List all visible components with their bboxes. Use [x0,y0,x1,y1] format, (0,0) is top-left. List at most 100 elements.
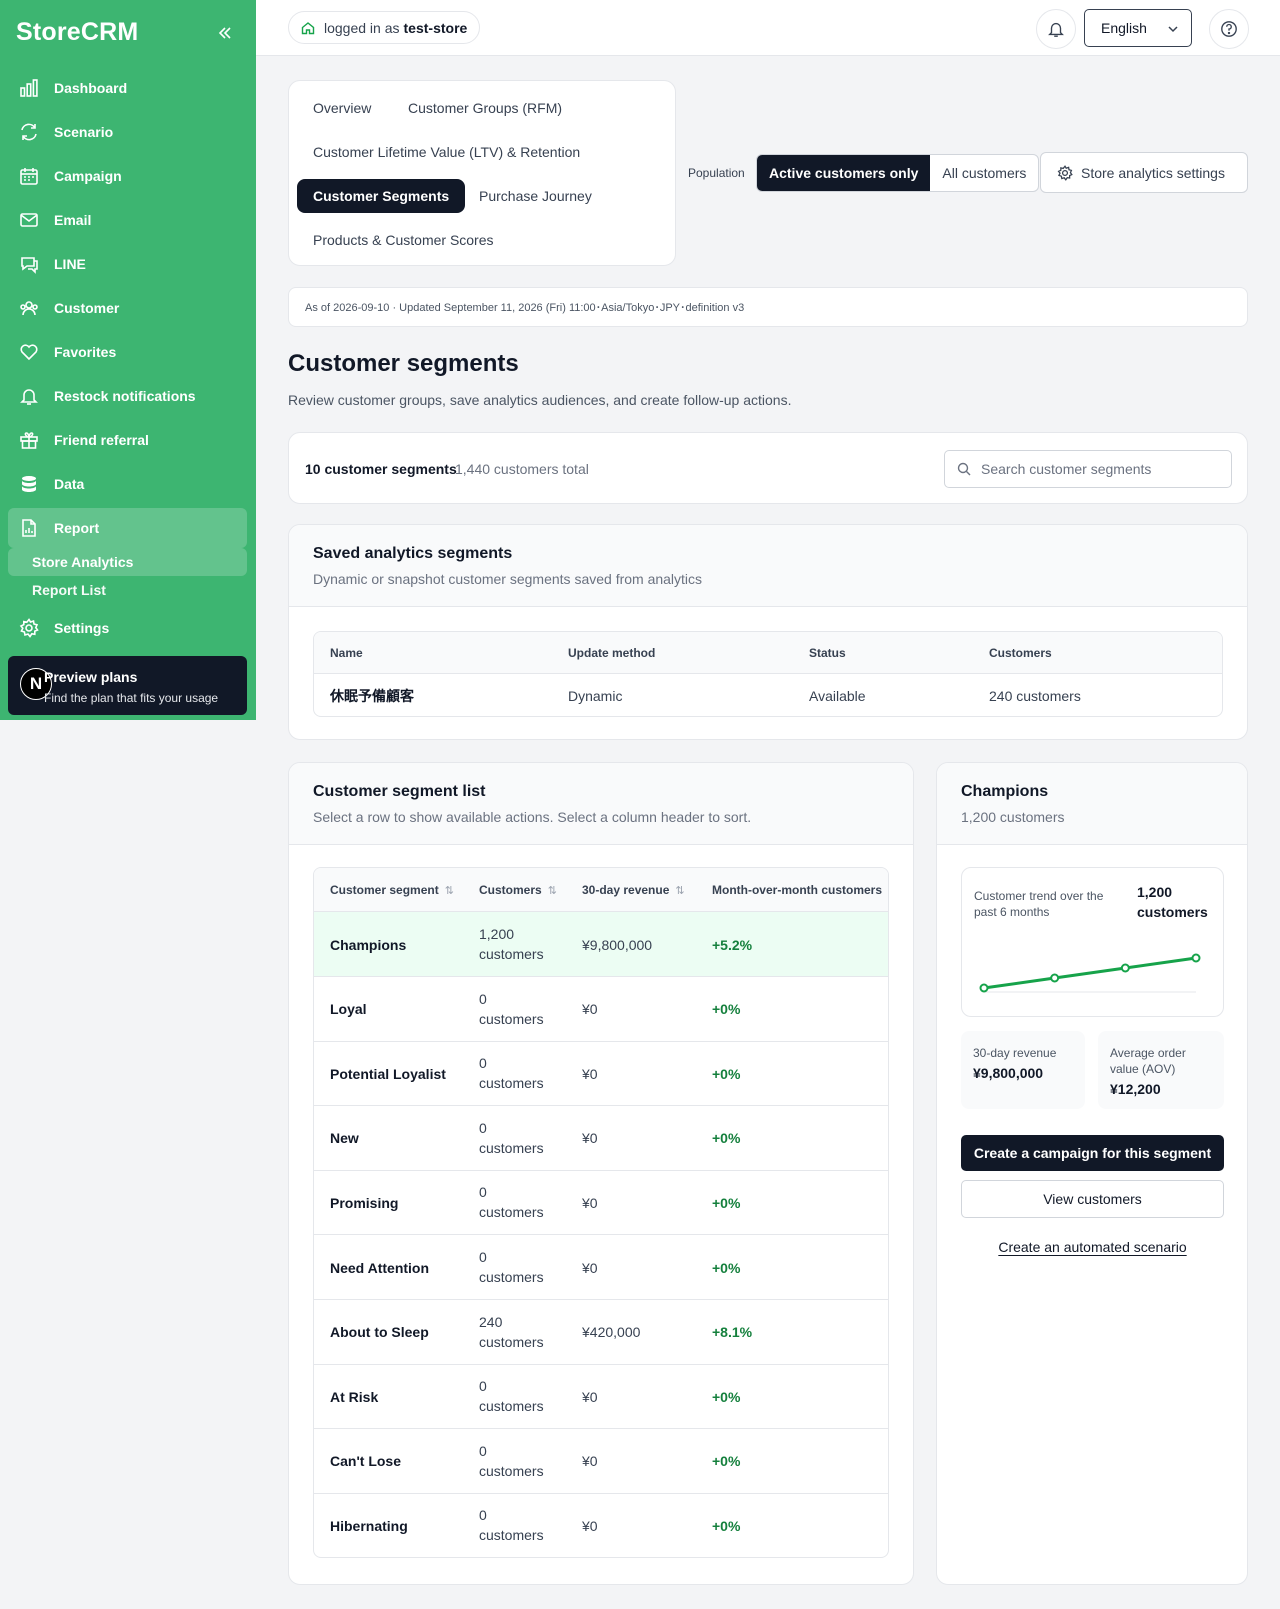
saved-segment-customers: 240 customers [989,688,1081,704]
segment-customers: 0 customers [479,990,544,1027]
saved-segments-header: Saved analytics segments Dynamic or snap… [289,525,1247,607]
table-row[interactable]: Champions 1,200 customers ¥9,800,000 +5.2% [314,912,888,977]
segment-name: Loyal [330,1001,367,1018]
revenue-stat-label: 30-day revenue [973,1046,1057,1060]
column-header-name: Name [330,646,363,660]
sidebar-item-label: Customer [54,300,120,316]
collapse-sidebar-icon[interactable] [216,24,234,42]
aov-stat-label: Average order value (AOV) [1110,1046,1186,1076]
page-subtitle: Review customer groups, save analytics a… [288,392,792,408]
sidebar-item-email[interactable]: Email [8,200,247,240]
column-header-mom-customers[interactable]: Month-over-month customers⇅ [712,868,888,912]
database-icon [18,473,40,495]
segment-revenue: ¥420,000 [582,1324,641,1341]
home-icon [301,21,315,35]
segment-customers: 0 customers [479,1184,544,1221]
sidebar-item-restock-notifications[interactable]: Restock notifications [8,376,247,416]
revenue-stat-value: ¥9,800,000 [973,1065,1044,1081]
tab-products-customer-scores[interactable]: Products & Customer Scores [297,223,510,257]
table-row[interactable]: New 0 customers ¥0 +0% [314,1106,888,1171]
table-row[interactable]: Can't Lose 0 customers ¥0 +0% [314,1429,888,1494]
population-toggle: Active customers only All customers [756,154,1040,192]
aov-stat-value: ¥12,200 [1110,1081,1161,1097]
gift-icon [18,429,40,451]
sidebar-subitem-store-analytics[interactable]: Store Analytics [8,548,247,576]
help-button[interactable] [1209,9,1249,49]
segment-customers: 0 customers [479,1249,544,1285]
segment-detail-card: Champions 1,200 customers Customer trend… [936,762,1248,1585]
tab-customer-segments[interactable]: Customer Segments [297,179,466,213]
brand-logo[interactable]: StoreCRM [16,18,138,47]
chevron-down-icon [1167,22,1179,38]
segment-mom: +0% [712,1065,741,1082]
report-icon [18,517,40,539]
sidebar-item-favorites[interactable]: Favorites [8,332,247,372]
sidebar-item-data[interactable]: Data [8,464,247,504]
table-row[interactable]: About to Sleep 240 customers ¥420,000 +8.1% [314,1300,888,1365]
sidebar-item-customer[interactable]: Customer [8,288,247,328]
bar-chart-icon [18,77,40,99]
create-scenario-link[interactable]: Create an automated scenario [998,1239,1186,1255]
search-input[interactable] [981,461,1221,477]
help-icon [1220,20,1238,38]
store-login-pill[interactable]: logged in as test-store [288,11,481,44]
sidebar-item-campaign[interactable]: Campaign [8,156,247,196]
column-header-customer-segment[interactable]: Customer segment ⇅ [330,868,454,912]
column-header-30-day-revenue[interactable]: 30-day revenue ⇅ [582,868,685,912]
segment-revenue: ¥0 [582,1517,598,1534]
preview-plans-banner[interactable]: N Preview plans Find the plan that fits … [8,656,247,715]
sidebar-item-label: LINE [54,256,86,272]
segment-name: Hibernating [330,1517,408,1534]
population-active-only[interactable]: Active customers only [757,155,931,191]
table-row[interactable]: Loyal 0 customers ¥0 +0% [314,977,888,1042]
language-select[interactable]: English [1084,9,1192,47]
sidebar-item-report[interactable]: Report [8,508,247,548]
segment-search [944,450,1232,488]
column-header-customers[interactable]: Customers ⇅ [479,868,557,912]
customer-trend-chart: Customer trend over the past 6 months 1,… [961,867,1224,1017]
segment-count: 10 customer segments [305,461,457,477]
segment-revenue: ¥0 [582,1065,598,1082]
top-bar: logged in as test-store English [256,0,1280,56]
aov-stat: Average order value (AOV) ¥12,200 [1098,1031,1224,1109]
plans-title: Preview plans [44,669,138,685]
sidebar-item-scenario[interactable]: Scenario [8,112,247,152]
population-all-customers[interactable]: All customers [930,155,1038,191]
sidebar-item-label: Favorites [54,344,117,360]
sort-icon: ⇅ [547,884,557,897]
view-customers-button[interactable]: View customers [961,1180,1224,1218]
table-row[interactable]: Promising 0 customers ¥0 +0% [314,1170,888,1236]
sidebar-item-settings[interactable]: Settings [8,608,247,648]
table-row[interactable]: Potential Loyalist 0 customers ¥0 +0% [314,1041,888,1107]
sidebar-subitem-report-list[interactable]: Report List [8,576,247,604]
column-header-customers: Customers [989,646,1052,660]
mail-icon [18,209,40,231]
sidebar-item-friend-referral[interactable]: Friend referral [8,420,247,460]
segment-name: New [330,1130,359,1147]
sort-icon: ⇅ [675,884,685,897]
segment-mom: +8.1% [712,1324,753,1341]
saved-segments-table: Name Update method Status Customers 休眠予備… [313,631,1223,717]
saved-segments-title: Saved analytics segments [313,545,513,562]
segment-customers: 0 customers [479,1507,544,1544]
create-campaign-button[interactable]: Create a campaign for this segment [961,1135,1224,1171]
store-name: test-store [403,19,468,36]
store-analytics-settings-button[interactable]: Store analytics settings [1040,152,1248,193]
tab-customer-groups-rfm[interactable]: Customer Groups (RFM) [392,91,578,125]
segment-customers: 0 customers [479,1442,544,1479]
tab-customer-ltv-retention[interactable]: Customer Lifetime Value (LTV) & Retentio… [297,135,596,169]
plans-subtitle: Find the plan that fits your usage [44,691,219,705]
segment-table-header: Customer segment ⇅ Customers ⇅ 30-day reve… [314,868,888,912]
table-row[interactable]: Need Attention 0 customers ¥0 +0% [314,1235,888,1300]
notifications-button[interactable] [1036,9,1076,49]
table-row[interactable]: At Risk 0 customers ¥0 +0% [314,1364,888,1430]
saved-segment-name[interactable]: 休眠予備顧客 [330,674,414,716]
table-row[interactable]: Hibernating 0 customers ¥0 +0% [314,1493,888,1557]
sidebar-item-dashboard[interactable]: Dashboard [8,68,247,108]
tab-purchase-journey[interactable]: Purchase Journey [463,179,608,213]
tab-overview[interactable]: Overview [297,91,387,125]
trend-series-line [983,956,1197,990]
segment-name: Potential Loyalist [330,1065,446,1082]
sidebar-item-line[interactable]: LINE [8,244,247,284]
segment-summary-card: 10 customer segments 1,440 customers tot… [288,432,1248,504]
